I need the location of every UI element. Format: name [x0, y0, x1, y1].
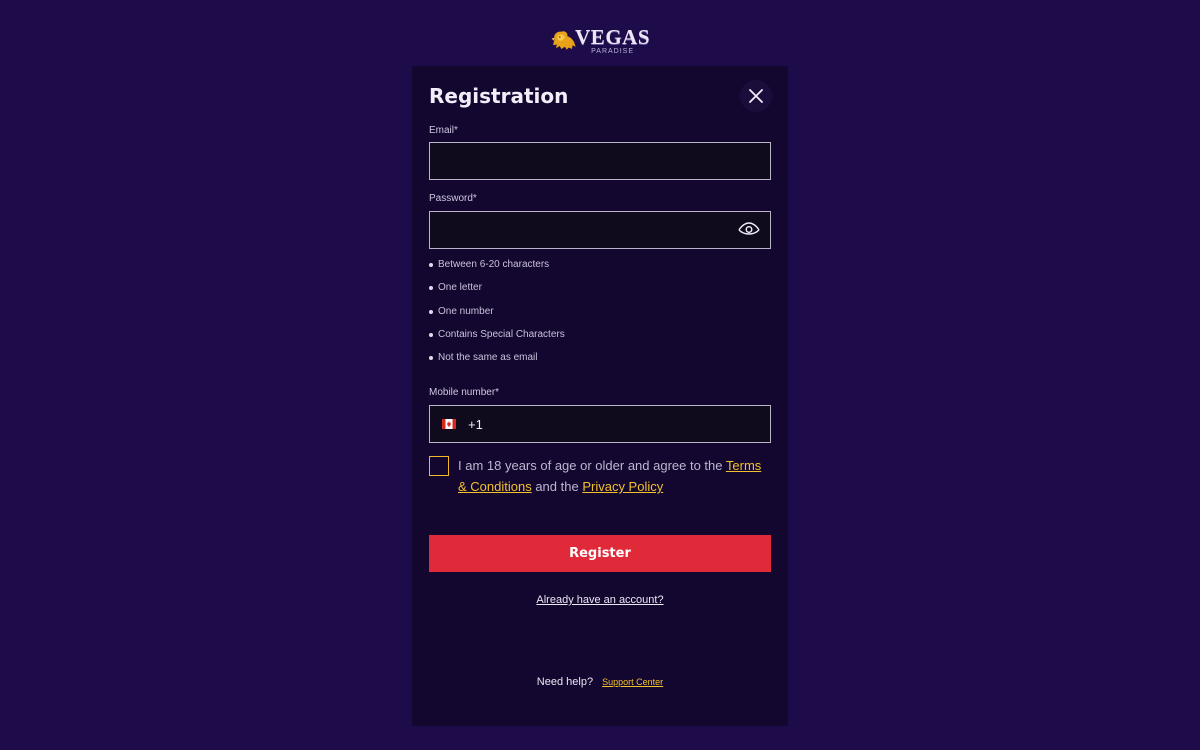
password-rule: One letter [429, 281, 565, 304]
canada-flag-icon[interactable] [442, 419, 456, 429]
password-rule-text: Not the same as email [438, 352, 538, 364]
bullet-dot-icon [429, 309, 433, 314]
privacy-policy-link[interactable]: Privacy Policy [582, 479, 663, 494]
email-field[interactable] [430, 143, 770, 179]
vegas-paradise-logo[interactable]: VEGAS PARADISE [550, 25, 650, 57]
age-terms-checkbox[interactable] [429, 456, 449, 476]
password-rule: Not the same as email [429, 351, 565, 374]
already-have-account-link[interactable]: Already have an account? [536, 594, 663, 606]
password-field-box [429, 211, 771, 249]
registration-modal: Registration Email* Password* Between 6-… [412, 66, 830, 726]
register-button[interactable]: Register [429, 535, 771, 572]
logo-sub-text: PARADISE [591, 48, 635, 55]
bullet-dot-icon [429, 332, 433, 337]
need-help-text: Need help? [536, 676, 594, 688]
terms-text: I am 18 years of age or older and agree … [458, 455, 773, 497]
dial-code[interactable]: +1 [468, 417, 483, 432]
password-rule: One number [429, 305, 565, 328]
terms-text-middle: and the [531, 479, 583, 494]
password-label: Password* [429, 193, 477, 204]
close-icon [749, 89, 763, 103]
logo-main-text: VEGAS [575, 25, 650, 49]
password-rule: Between 6-20 characters [429, 258, 565, 281]
password-rule: Contains Special Characters [429, 328, 565, 351]
lion-logo-icon [551, 31, 576, 50]
terms-text-before: I am 18 years of age or older and agree … [458, 458, 726, 473]
email-label: Email* [429, 125, 458, 136]
password-rule-text: One letter [438, 282, 482, 294]
password-rule-text: One number [438, 305, 494, 317]
password-rule-text: Contains Special Characters [438, 328, 565, 340]
close-button[interactable] [740, 80, 772, 112]
logo-wordmark: VEGAS PARADISE [575, 27, 650, 56]
page: VEGAS PARADISE Registration Email* Passw… [0, 0, 1200, 750]
mobile-number-field[interactable] [490, 406, 830, 442]
bullet-dot-icon [429, 286, 433, 291]
bullet-dot-icon [429, 263, 433, 267]
modal-title: Registration [429, 84, 569, 108]
mobile-field-box: +1 [429, 405, 830, 443]
bullet-dot-icon [429, 356, 433, 361]
password-rule-text: Between 6-20 characters [438, 259, 550, 270]
help-row: Need help? Support Center [412, 676, 788, 688]
login-link-row: Already have an account? [412, 594, 788, 606]
terms-consent: I am 18 years of age or older and agree … [429, 456, 769, 500]
support-center-link[interactable]: Support Center [602, 677, 663, 687]
eye-icon[interactable] [738, 222, 760, 238]
password-field[interactable] [430, 212, 770, 248]
password-rules-list: Between 6-20 characters One letter One n… [429, 258, 565, 374]
email-field-box [429, 142, 771, 180]
mobile-label: Mobile number* [429, 387, 500, 398]
